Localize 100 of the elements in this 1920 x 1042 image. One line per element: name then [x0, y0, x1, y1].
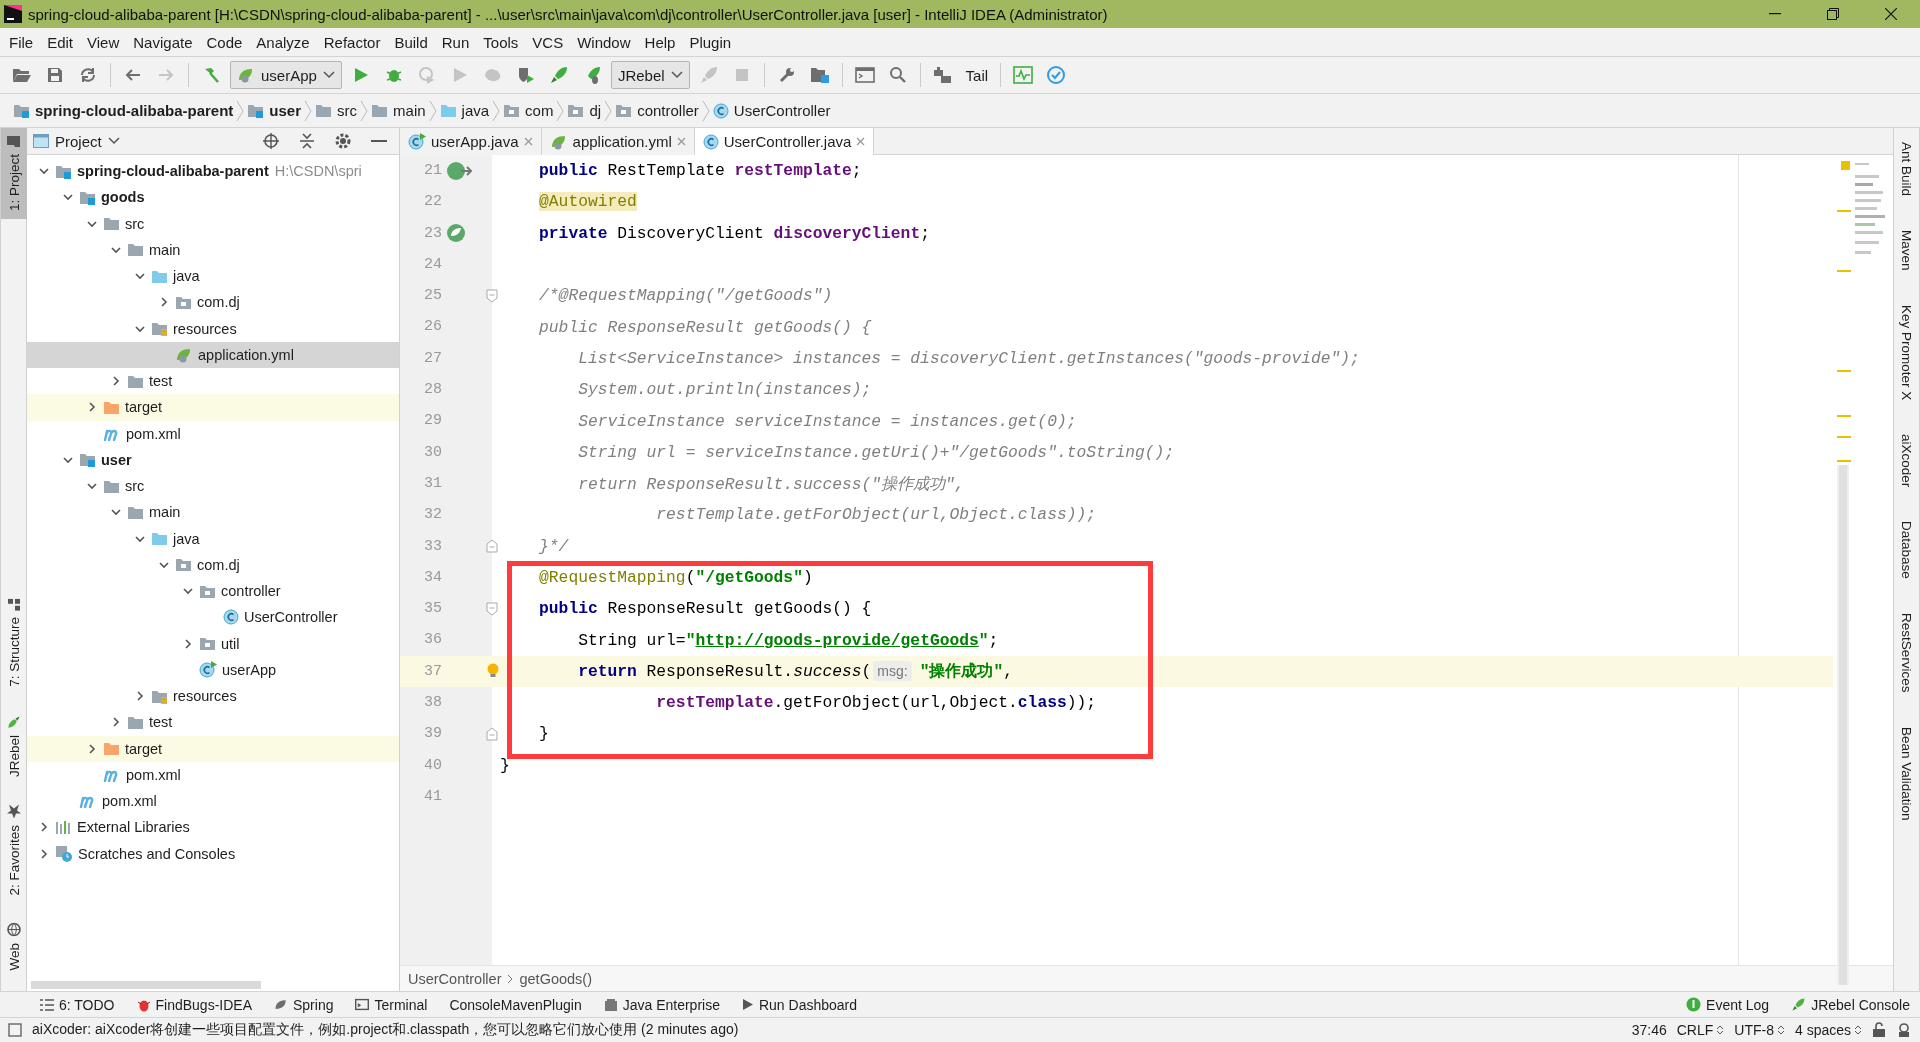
tree-item-label: controller — [221, 583, 281, 600]
status-message: aiXcoder: aiXcoder将创建一些项目配置文件，例如.project和.classpath，您可以忽略它们放心使用 (2 minutes ago) — [32, 1021, 740, 1039]
tree-item[interactable]: target — [27, 394, 399, 421]
menu-item[interactable]: Run — [434, 29, 477, 55]
breadcrumb-item[interactable]: java — [436, 96, 493, 125]
tree-item[interactable]: goods — [27, 184, 399, 211]
breadcrumb-item[interactable]: getGoods() — [519, 970, 593, 987]
breadcrumb-item[interactable]: dj — [564, 96, 605, 125]
menu-item[interactable]: File — [2, 29, 41, 55]
tree-item[interactable]: com.dj — [27, 289, 399, 316]
scrollbar-thumb[interactable] — [31, 981, 261, 989]
line-number: 21 — [423, 161, 442, 181]
tool-window-button[interactable]: JRebel Console — [1791, 996, 1910, 1013]
menu-item[interactable]: Help — [637, 29, 683, 55]
tree-item[interactable]: application.yml — [27, 341, 399, 368]
breadcrumb-item[interactable]: src — [312, 96, 361, 125]
tree-item[interactable]: src — [27, 473, 399, 500]
tree-item-label: UserController — [244, 609, 338, 626]
tool-window-tab[interactable]: 7: Structure — [0, 591, 27, 695]
restore-icon — [1827, 8, 1839, 20]
menu-item[interactable]: VCS — [525, 29, 571, 55]
tool-window-tab[interactable]: Bean Validation — [1893, 718, 1920, 829]
menu-item[interactable]: Refactor — [316, 29, 388, 55]
tree-item[interactable]: test — [27, 709, 399, 736]
breadcrumb-item[interactable]: UserController — [408, 970, 502, 987]
tool-window-tab[interactable]: 1: Project — [0, 128, 27, 220]
breadcrumb-item[interactable]: main — [368, 96, 429, 125]
tree-item[interactable]: main — [27, 236, 399, 263]
code-line: public ResponseResult getGoods() { — [538, 317, 872, 337]
tree-item[interactable]: Scratches and Consoles — [27, 840, 399, 867]
breadcrumb-item[interactable]: UserController — [709, 96, 834, 125]
tool-window-button[interactable]: FindBugs-IDEA — [136, 996, 252, 1013]
breadcrumb-item[interactable]: spring-cloud-alibaba-parent — [10, 96, 237, 125]
line-number: 23 — [423, 223, 442, 244]
run-config-dropdown[interactable]: JRebel — [610, 61, 690, 89]
code-line: } — [538, 724, 549, 744]
tree-item[interactable]: target — [27, 735, 399, 762]
tree-item[interactable]: controller — [27, 578, 399, 605]
tree-item[interactable]: test — [27, 368, 399, 395]
caret-position[interactable]: 37:46 — [1631, 1022, 1667, 1038]
run-config-dropdown[interactable]: userApp — [230, 61, 342, 89]
tree-item[interactable]: java — [27, 263, 399, 290]
tool-window-button[interactable]: 6: TODO — [40, 996, 115, 1013]
tree-item[interactable]: main — [27, 499, 399, 526]
tree-item[interactable]: com.dj — [27, 551, 399, 578]
breadcrumb-item[interactable]: com — [500, 96, 557, 125]
tree-item[interactable]: External Libraries — [27, 814, 399, 841]
menu-item[interactable]: View — [80, 29, 127, 55]
tool-window-tab[interactable]: aiXcoder — [1893, 425, 1920, 496]
status-dropdown[interactable]: UTF-8 — [1734, 1022, 1785, 1038]
tool-window-tab[interactable]: Ant Build — [1893, 134, 1920, 205]
breadcrumb-item[interactable]: controller — [612, 96, 702, 125]
editor-tab[interactable]: userApp.java — [400, 128, 542, 155]
tree-item[interactable]: userApp — [27, 656, 399, 683]
tree-item[interactable]: UserController — [27, 604, 399, 631]
tree-item[interactable]: user — [27, 446, 399, 473]
tool-window-button[interactable]: Run Dashboard — [741, 996, 858, 1013]
tool-window-tab[interactable]: 2: Favorites — [0, 796, 27, 904]
tree-item[interactable]: resources — [27, 683, 399, 710]
project-view-dropdown[interactable]: Project — [33, 132, 120, 150]
menu-item[interactable]: Window — [570, 29, 638, 55]
tool-window-tab[interactable]: RestServices — [1893, 604, 1920, 701]
tool-window-button[interactable]: Java Enterprise — [603, 996, 720, 1013]
tree-item[interactable]: util — [27, 630, 399, 657]
caret-icon — [107, 137, 120, 145]
menu-item[interactable]: Code — [199, 29, 250, 55]
toolbar-text-button[interactable]: Tail — [961, 61, 993, 89]
editor-tab[interactable]: UserController.java — [694, 128, 875, 155]
tool-window-tab[interactable]: Key Promoter X — [1893, 296, 1920, 408]
tool-window-button[interactable]: Event Log — [1686, 996, 1770, 1013]
status-dropdown[interactable]: CRLF — [1676, 1022, 1725, 1038]
tree-item[interactable]: src — [27, 210, 399, 237]
menu-item[interactable]: Navigate — [126, 29, 200, 55]
tool-window-tab[interactable]: Web — [0, 915, 27, 979]
tree-item[interactable]: resources — [27, 315, 399, 342]
tree-item[interactable]: pom.xml — [27, 788, 399, 815]
menu-item[interactable]: Edit — [40, 29, 81, 55]
editor-tab[interactable]: application.yml — [541, 128, 695, 155]
breadcrumb-item[interactable]: user — [244, 96, 305, 125]
tree-item[interactable]: spring-cloud-alibaba-parent H:\CSDN\spri — [27, 158, 399, 185]
menu-item[interactable]: Tools — [476, 29, 526, 55]
profiler-icon — [482, 66, 503, 84]
tool-window-tab[interactable]: Maven — [1893, 222, 1920, 279]
tree-item[interactable]: java — [27, 525, 399, 552]
tree-item-label: com.dj — [197, 556, 240, 573]
tool-window-button[interactable]: ConsoleMavenPlugin — [449, 996, 582, 1013]
tree-item[interactable]: pom.xml — [27, 761, 399, 788]
rocket-icon — [1791, 997, 1807, 1012]
menu-item[interactable]: Plugin — [682, 29, 739, 55]
caret-icon — [670, 71, 683, 79]
menu-item[interactable]: Build — [387, 29, 435, 55]
status-dropdown[interactable]: 4 spaces — [1794, 1022, 1862, 1038]
tree-item[interactable]: pom.xml — [27, 420, 399, 447]
tool-window-button[interactable]: Terminal — [355, 996, 428, 1013]
tool-window-button[interactable]: Spring — [274, 996, 334, 1013]
folder-icon — [151, 531, 168, 547]
tool-window-tab[interactable]: JRebel — [0, 706, 27, 785]
up-down-icon — [1716, 1024, 1725, 1036]
tool-window-tab[interactable]: Database — [1893, 513, 1920, 587]
menu-item[interactable]: Analyze — [249, 29, 317, 55]
